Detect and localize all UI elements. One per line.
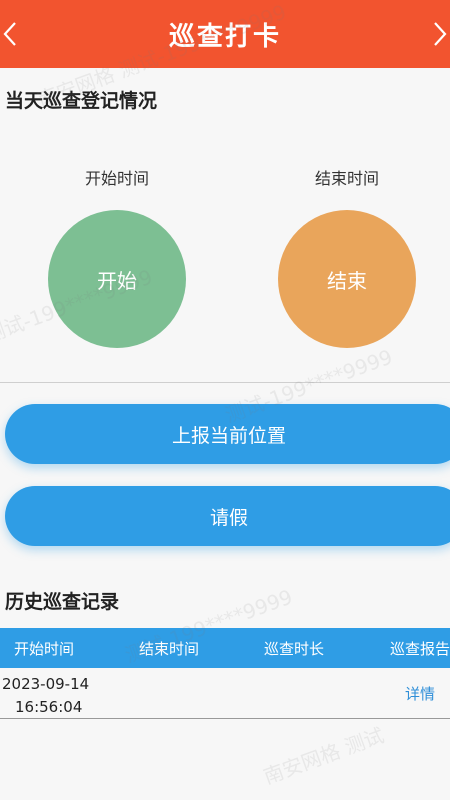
- page-title: 巡查打卡: [168, 21, 281, 52]
- row-start-date: 2023-09-14: [2, 675, 90, 693]
- column-report: 巡查报告: [390, 640, 450, 658]
- history-section-title: 历史巡查记录: [5, 591, 120, 613]
- start-button-label: 开始: [97, 268, 137, 293]
- end-button[interactable]: 结束: [278, 210, 416, 348]
- app-header: 巡查打卡: [0, 0, 450, 68]
- start-time-label: 开始时间: [84, 169, 149, 188]
- today-section-title: 当天巡查登记情况: [5, 90, 158, 112]
- column-end-time: 结束时间: [139, 640, 200, 658]
- leave-button[interactable]: 请假: [5, 486, 450, 546]
- chevron-left-icon: [3, 22, 16, 46]
- row-start-time: 16:56:04: [15, 698, 83, 716]
- section-divider: [0, 382, 450, 383]
- leave-label: 请假: [209, 506, 248, 529]
- column-duration: 巡查时长: [264, 640, 325, 658]
- forward-button[interactable]: [430, 18, 450, 50]
- back-button[interactable]: [0, 18, 20, 50]
- column-start-time: 开始时间: [14, 640, 75, 658]
- end-time-label: 结束时间: [314, 169, 379, 188]
- report-location-label: 上报当前位置: [171, 424, 286, 447]
- row-divider: [0, 718, 450, 719]
- row-detail-link[interactable]: 详情: [405, 683, 435, 704]
- end-button-label: 结束: [327, 268, 367, 293]
- start-button[interactable]: 开始: [48, 210, 186, 348]
- history-table-header: 开始时间 结束时间 巡查时长 巡查报告: [0, 628, 450, 668]
- watermark: 南安网格 测试: [260, 723, 388, 789]
- chevron-right-icon: [434, 22, 447, 46]
- report-location-button[interactable]: 上报当前位置: [5, 404, 450, 464]
